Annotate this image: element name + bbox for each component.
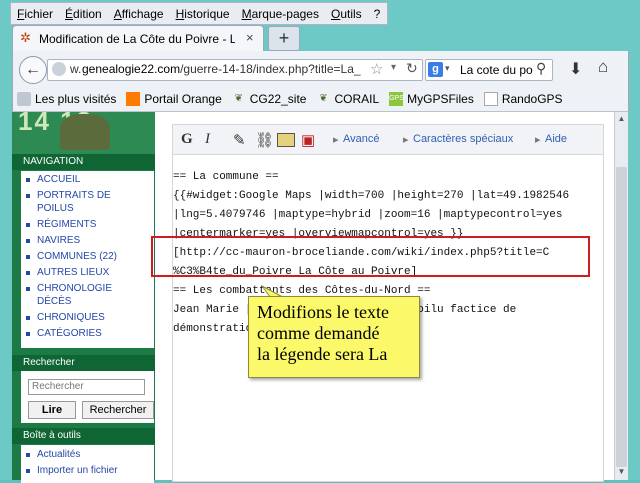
expand-arrow-icon: ▸ <box>535 134 541 146</box>
navigation-toolbar: ← w. genealogie22.com/guerre-14-18/index… <box>12 51 629 87</box>
site-favicon-icon: ✲ <box>20 30 31 45</box>
tool-actualites[interactable]: Actualités <box>21 448 154 461</box>
bookmark-portail-orange[interactable]: Portail Orange <box>126 92 222 106</box>
callout-line: Modifions le texte <box>257 302 389 322</box>
nav-categories[interactable]: CATÉGORIES <box>21 327 154 340</box>
bookmarks-bar: Les plus visités Portail Orange ❦ CG22_s… <box>12 87 629 112</box>
crest-icon: ❦ <box>319 93 328 104</box>
search-input[interactable]: La cote du po <box>460 63 538 77</box>
signature-icon[interactable]: ✎ <box>233 131 246 149</box>
editor-line: |lng=5.4079746 |maptype=hybrid |zoom=16 … <box>173 209 563 221</box>
bookmark-star-icon[interactable]: ☆ <box>370 60 383 78</box>
page-scrollbar[interactable]: ▲ ▼ <box>614 112 628 480</box>
nav-accueil[interactable]: ACCUEIL <box>21 173 154 186</box>
menu-edition[interactable]: Édition <box>59 7 108 21</box>
editor-toolbar: G I ✎ ⛓ ▣ ▸ Avancé ▸ Caractères spéciaux… <box>172 124 604 156</box>
menu-fichier[interactable]: Fichier <box>11 7 59 21</box>
editor-line: == La commune == <box>173 171 279 183</box>
expand-arrow-icon: ▸ <box>403 134 409 146</box>
google-icon[interactable]: g <box>428 62 443 77</box>
sidebar-search-input[interactable]: Rechercher <box>28 379 145 395</box>
url-text: genealogie22.com/guerre-14-18/index.php?… <box>82 62 361 76</box>
globe-icon <box>52 62 66 76</box>
advanced-link[interactable]: Avancé <box>343 133 380 145</box>
close-tab-icon[interactable]: × <box>246 30 254 45</box>
nav-portraits[interactable]: PORTRAITS DE POILUS <box>21 189 137 215</box>
bookmark-cg22[interactable]: ❦ CG22_site <box>232 92 307 106</box>
annotation-callout: Modifions le texte comme demandé la lége… <box>248 296 420 378</box>
url-bar[interactable]: w. genealogie22.com/guerre-14-18/index.p… <box>47 59 423 81</box>
special-chars-link[interactable]: Caractères spéciaux <box>413 133 513 145</box>
nav-chronologie[interactable]: CHRONOLOGIE DÉCÈS <box>21 282 137 308</box>
reference-icon[interactable]: ▣ <box>301 131 315 149</box>
italic-button[interactable]: I <box>205 131 210 148</box>
callout-line: comme demandé <box>257 323 380 343</box>
nav-regiments[interactable]: RÉGIMENTS <box>21 218 154 231</box>
search-bar[interactable]: g ▾ La cote du po ⚲ <box>425 59 553 81</box>
page-icon <box>483 92 498 106</box>
download-icon[interactable]: ⬇ <box>569 59 582 79</box>
back-button[interactable]: ← <box>19 56 47 84</box>
menu-affichage[interactable]: Affichage <box>108 7 170 21</box>
bookmark-mygpsfiles[interactable]: GPS MyGPSFiles <box>389 92 474 106</box>
bookmark-randogps[interactable]: RandoGPS <box>483 92 563 106</box>
new-tab-button[interactable]: + <box>268 26 300 51</box>
help-link[interactable]: Aide <box>545 133 567 145</box>
menu-marque-pages[interactable]: Marque-pages <box>236 7 325 21</box>
browser-window: Fichier Édition Affichage Historique Mar… <box>0 0 640 483</box>
menu-historique[interactable]: Historique <box>170 7 236 21</box>
editor-line: {{#widget:Google Maps |width=700 |height… <box>173 190 570 202</box>
bold-button[interactable]: G <box>181 131 193 148</box>
navigation-list: ACCUEIL PORTRAITS DE POILUS RÉGIMENTS NA… <box>21 171 154 348</box>
link-icon[interactable]: ⛓ <box>255 131 274 149</box>
highlight-box <box>151 236 590 277</box>
tools-heading: Boîte à outils <box>12 428 155 444</box>
tab-title: Modification de La Côte du Poivre - Les … <box>39 31 235 46</box>
scroll-thumb[interactable] <box>616 167 627 467</box>
nav-communes[interactable]: COMMUNES (22) <box>21 250 154 263</box>
url-prefix: w. <box>70 62 82 76</box>
site-logo[interactable]: 14 18 <box>12 106 155 154</box>
scroll-down-icon[interactable]: ▼ <box>615 465 628 479</box>
orange-icon <box>126 92 141 106</box>
sidebar: 14 18 NAVIGATION ACCUEIL PORTRAITS DE PO… <box>12 106 155 483</box>
search-heading: Rechercher <box>12 355 155 371</box>
expand-arrow-icon: ▸ <box>333 134 339 146</box>
gps-icon: GPS <box>389 92 404 106</box>
bookmark-page-icon <box>17 92 31 106</box>
crest-icon: ❦ <box>234 93 243 104</box>
tab-strip: ✲ Modification de La Côte du Poivre - Le… <box>12 25 627 51</box>
arrow-left-icon: ← <box>25 61 41 78</box>
reload-icon[interactable]: ↻ <box>406 60 418 77</box>
menu-outils[interactable]: Outils <box>325 7 368 21</box>
home-icon[interactable]: ⌂ <box>598 57 608 77</box>
tool-import[interactable]: Importer un fichier <box>21 464 154 477</box>
engine-dropdown-icon[interactable]: ▾ <box>445 63 450 74</box>
nav-chroniques[interactable]: CHRONIQUES <box>21 311 154 324</box>
read-button[interactable]: Lire <box>28 401 76 419</box>
history-dropdown-icon[interactable]: ▾ <box>391 62 396 73</box>
image-icon[interactable] <box>277 133 295 147</box>
active-tab[interactable]: ✲ Modification de La Côte du Poivre - Le… <box>12 25 264 51</box>
navigation-heading: NAVIGATION <box>12 154 155 170</box>
search-box: Rechercher Lire Rechercher <box>21 371 154 423</box>
soldier-figure-icon <box>60 114 110 150</box>
bookmark-corail[interactable]: ❦ CORAIL <box>316 92 379 106</box>
bookmark-most-visited[interactable]: Les plus visités <box>17 92 116 106</box>
tools-list: Actualités Importer un fichier <box>21 445 154 483</box>
scroll-up-icon[interactable]: ▲ <box>615 112 628 126</box>
menu-bar: Fichier Édition Affichage Historique Mar… <box>10 2 388 25</box>
callout-line: la légende sera La <box>257 344 388 364</box>
nav-autres-lieux[interactable]: AUTRES LIEUX <box>21 266 154 279</box>
menu-help[interactable]: ? <box>368 7 387 21</box>
search-icon[interactable]: ⚲ <box>536 60 546 77</box>
nav-navires[interactable]: NAVIRES <box>21 234 154 247</box>
search-button[interactable]: Rechercher <box>82 401 154 419</box>
